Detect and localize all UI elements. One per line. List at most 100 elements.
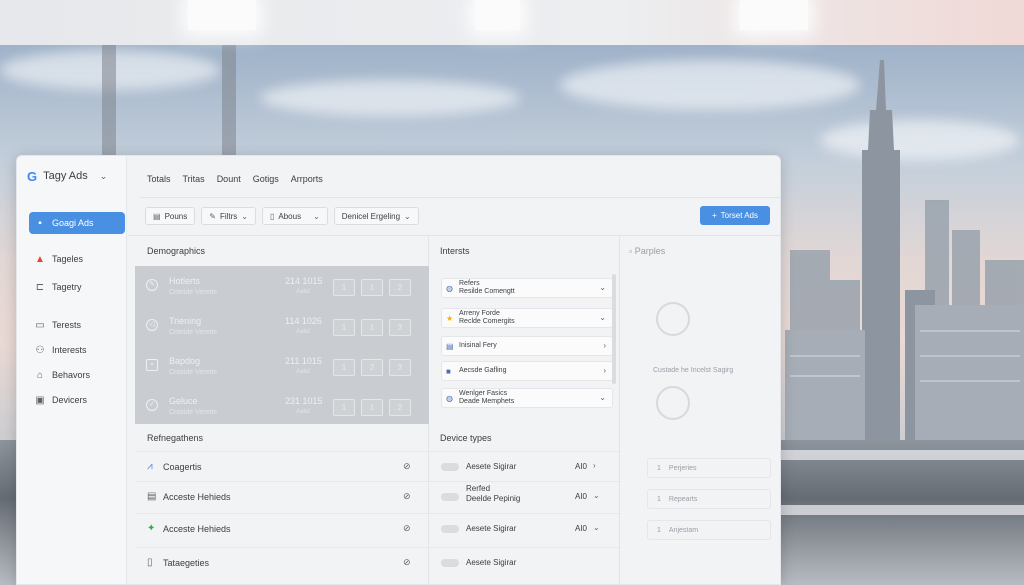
- interest-item[interactable]: ■ Aecsde Gafling ›: [441, 361, 613, 381]
- doc-icon: ▤: [147, 491, 157, 502]
- interest-item[interactable]: ◍ Wenlger Fasics Deade Memphets ⌄: [441, 388, 613, 408]
- side-card[interactable]: 1 Perjeries: [647, 458, 771, 478]
- demographic-name: Bapdog: [169, 356, 201, 366]
- divider: [619, 236, 620, 584]
- refinement-row[interactable]: ▯ Tataegeties ⊘: [135, 547, 429, 577]
- account-switcher[interactable]: G Tagy Ads ⌄: [27, 168, 127, 184]
- toggle-switch[interactable]: [441, 525, 459, 533]
- sidebar-item-terests[interactable]: ▭ Terests: [29, 314, 125, 336]
- device-row[interactable]: Aesete Sigirar AI0 ›: [429, 451, 619, 481]
- info-icon[interactable]: ⊘: [403, 557, 411, 568]
- chevron-down-icon: ⌄: [313, 211, 320, 221]
- count-box[interactable]: 1: [333, 399, 355, 416]
- tab-dount[interactable]: Dount: [217, 174, 241, 184]
- demographic-unit: Aatid: [296, 369, 310, 375]
- chevron-down-icon: ⌄: [241, 211, 248, 221]
- device-row[interactable]: Aesete Sigirar AI0 ⌄: [429, 513, 619, 543]
- info-icon[interactable]: ⊘: [403, 461, 411, 472]
- chevron-down-icon: ⌄: [599, 393, 606, 402]
- interest-item[interactable]: ★ Arreny Forde Reclde Comergits ⌄: [441, 308, 613, 328]
- info-icon[interactable]: ⊘: [403, 491, 411, 502]
- sidebar-item-behavors[interactable]: ⌂ Behavors: [29, 364, 125, 386]
- interest-title: Arreny Forde: [459, 310, 500, 317]
- brand-name: Tagy Ads: [43, 170, 88, 182]
- tab-totals[interactable]: Totals: [147, 174, 171, 184]
- create-ads-button[interactable]: + Torset Ads: [700, 206, 770, 225]
- refinement-row[interactable]: ✦ Acceste Hehieds ⊘: [135, 513, 429, 543]
- device-row[interactable]: Rerfed Deelde Pepinig AI0 ⌄: [429, 481, 619, 511]
- tags-icon: ▲: [35, 253, 45, 265]
- sidebar-item-ads[interactable]: ▪ Goagi Ads: [29, 212, 125, 234]
- device-label: Aesete Sigirar: [466, 462, 517, 471]
- scrollbar[interactable]: [612, 274, 616, 384]
- count-box[interactable]: 1: [333, 319, 355, 336]
- ads-icon: ▪: [38, 217, 42, 229]
- count-box[interactable]: 3: [389, 319, 411, 336]
- sidebar-item-label: Tagetry: [52, 282, 82, 292]
- people-icon: ⚇: [35, 344, 45, 356]
- filter-filtrs[interactable]: ✎ Filtrs ⌄: [201, 207, 256, 225]
- demographic-row[interactable]: ▪ Bapdog Cotaide Veretts 211 1015 Aatid …: [135, 346, 429, 386]
- railing: [760, 450, 1024, 460]
- side-card-number: 1: [657, 464, 661, 472]
- side-card-number: 1: [657, 495, 661, 503]
- filter-label: Denicel Ergeling: [341, 211, 401, 221]
- demographic-row[interactable]: ✎ Hotlerts Coteide Veretts 214 1015 Aati…: [135, 266, 429, 306]
- count-box[interactable]: 1: [333, 359, 355, 376]
- count-box[interactable]: 1: [361, 319, 383, 336]
- toggle-switch[interactable]: [441, 559, 459, 567]
- right-panel-caption: Custade he Incelst Sagirg: [653, 367, 734, 374]
- top-tabs: Totals Tritas Dount Gotigs Arrports: [147, 174, 323, 184]
- demographic-value: 214 1015: [285, 276, 323, 286]
- device-row[interactable]: Aesete Sigirar: [429, 547, 619, 577]
- sidebar-item-label: Interests: [52, 345, 87, 355]
- sidebar: G Tagy Ads ⌄ ▪ Goagi Ads ▲ Tageles ⊏ Tag…: [17, 156, 127, 584]
- tab-tritas[interactable]: Tritas: [183, 174, 205, 184]
- filter-pouns[interactable]: ▤ Pouns: [145, 207, 196, 225]
- tab-arrports[interactable]: Arrports: [291, 174, 323, 184]
- count-box[interactable]: 2: [361, 359, 383, 376]
- side-card[interactable]: 1 Anjestam: [647, 520, 771, 540]
- count-box[interactable]: 1: [361, 399, 383, 416]
- sidebar-item-tageles[interactable]: ▲ Tageles: [29, 248, 125, 270]
- chevron-down-icon: ⌄: [599, 283, 606, 292]
- count-box[interactable]: 1: [361, 279, 383, 296]
- list-icon: ▯: [269, 211, 275, 221]
- info-icon[interactable]: ⊘: [403, 523, 411, 534]
- doc-icon: ▤: [153, 211, 161, 221]
- sidebar-item-devicers[interactable]: ▣ Devicers: [29, 389, 125, 411]
- demographic-row[interactable]: ✓ Geluce Cotaide Veretts 231 1015 Aatid …: [135, 386, 429, 426]
- count-box[interactable]: 1: [333, 279, 355, 296]
- check-icon: ✓: [146, 399, 158, 411]
- filter-abous[interactable]: ▯ Abous ⌄: [261, 207, 328, 225]
- device-label: Aesete Sigirar: [466, 558, 517, 567]
- refinement-row[interactable]: ⩘ Coagertis ⊘: [135, 451, 429, 481]
- count-box[interactable]: 2: [389, 399, 411, 416]
- toggle-switch[interactable]: [441, 493, 459, 501]
- sidebar-item-label: Terests: [52, 320, 82, 330]
- demographic-row[interactable]: ◁ Triening Coteide Veretts 114 1026 Aati…: [135, 306, 429, 346]
- side-card[interactable]: 1 Repearts: [647, 489, 771, 509]
- filter-denicel-ergeling[interactable]: Denicel Ergeling ⌄: [333, 207, 419, 225]
- count-box[interactable]: 2: [389, 279, 411, 296]
- plus-icon: +: [711, 211, 717, 220]
- folder-icon: ▭: [35, 319, 45, 331]
- filter-bar: ▤ Pouns ✎ Filtrs ⌄ ▯ Abous ⌄ Denicel Erg…: [145, 207, 419, 225]
- sidebar-item-tagetry[interactable]: ⊏ Tagetry: [29, 276, 125, 298]
- chevron-right-icon: ›: [603, 366, 606, 375]
- device-label: Rerfed: [466, 484, 491, 493]
- interest-item[interactable]: ◍ Refers Resilde Comengtt ⌄: [441, 278, 613, 298]
- send-icon: ◁: [146, 319, 158, 331]
- refinements-title: Refnegathens: [147, 433, 204, 443]
- interest-title: Aecsde Gafling: [459, 367, 507, 374]
- filter-label: Pouns: [164, 211, 188, 221]
- demographic-sub: Cotaide Veretts: [169, 369, 217, 376]
- tab-gotigs[interactable]: Gotigs: [253, 174, 279, 184]
- interest-title: Refers: [459, 280, 480, 287]
- refinement-row[interactable]: ▤ Acceste Hehieds ⊘: [135, 481, 429, 511]
- toggle-switch[interactable]: [441, 463, 459, 471]
- count-box[interactable]: 3: [389, 359, 411, 376]
- google-icon: ✦: [147, 523, 156, 534]
- sidebar-item-interests[interactable]: ⚇ Interests: [29, 339, 125, 361]
- interest-item[interactable]: ▤ Inisinal Fery ›: [441, 336, 613, 356]
